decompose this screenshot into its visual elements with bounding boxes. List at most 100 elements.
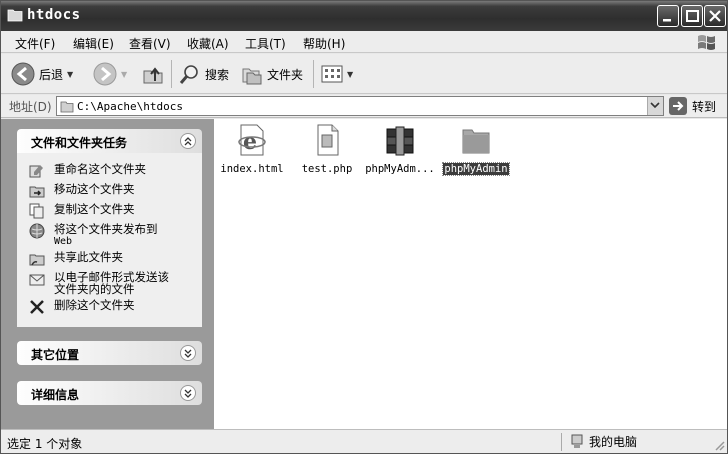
menu-view[interactable]: 查看(V) bbox=[129, 35, 171, 52]
address-dropdown-button[interactable] bbox=[647, 97, 663, 115]
task-label: 移动这个文件夹 bbox=[54, 182, 135, 196]
task-label: 将这个文件夹发布到 Web bbox=[54, 223, 158, 248]
address-label: 地址(D) bbox=[9, 100, 52, 114]
address-input[interactable]: C:\Apache\htdocs bbox=[56, 96, 664, 116]
file-item-phpmyadmin-archive[interactable]: phpMyAdm... bbox=[360, 123, 440, 175]
views-dropdown-icon[interactable]: ▼ bbox=[347, 70, 353, 79]
minimize-button[interactable] bbox=[657, 5, 679, 27]
my-computer-icon bbox=[571, 434, 583, 448]
search-button[interactable]: 搜索 bbox=[179, 62, 229, 86]
go-arrow-icon bbox=[669, 97, 687, 115]
windows-logo-icon bbox=[698, 35, 715, 50]
forward-button[interactable]: ▼ bbox=[93, 62, 127, 86]
task-rename[interactable]: 重命名这个文件夹 bbox=[29, 163, 146, 179]
ie-html-icon: e bbox=[238, 124, 266, 156]
status-location: 我的电脑 bbox=[569, 433, 637, 450]
back-label: 后退 bbox=[39, 67, 64, 82]
file-item-test-php[interactable]: test.php bbox=[287, 123, 367, 175]
task-label: 以电子邮件形式发送该 文件夹内的文件 bbox=[54, 271, 169, 295]
other-places-header[interactable]: 其它位置 bbox=[17, 341, 202, 365]
status-bar: 选定 1 个对象 我的电脑 bbox=[1, 429, 727, 453]
tasks-panel-body: 重命名这个文件夹 移动这个文件夹 复制这个文件夹 将这个文件夹发布到 Web 共享… bbox=[17, 153, 202, 327]
menu-file[interactable]: 文件(F) bbox=[15, 35, 55, 52]
task-copy[interactable]: 复制这个文件夹 bbox=[29, 203, 135, 219]
details-title: 详细信息 bbox=[31, 388, 80, 402]
back-arrow-icon bbox=[11, 62, 35, 86]
resize-grip-icon[interactable] bbox=[713, 439, 725, 451]
file-item-index-html[interactable]: e index.html bbox=[212, 123, 292, 175]
folders-icon bbox=[242, 68, 262, 85]
task-pane: 文件和文件夹任务 重命名这个文件夹 移动这个文件夹 复制这个文件夹 将这个文件夹… bbox=[1, 119, 214, 429]
forward-arrow-icon bbox=[93, 62, 117, 86]
menu-favorites[interactable]: 收藏(A) bbox=[187, 35, 229, 52]
up-button[interactable] bbox=[141, 62, 165, 86]
move-icon bbox=[29, 186, 45, 198]
toolbar-separator bbox=[313, 60, 314, 88]
copy-icon bbox=[29, 203, 44, 219]
go-button[interactable]: 转到 bbox=[669, 97, 716, 115]
folder-icon bbox=[7, 9, 23, 22]
chevron-up-icon bbox=[184, 137, 192, 146]
task-label: 共享此文件夹 bbox=[54, 250, 123, 264]
address-path: C:\Apache\htdocs bbox=[77, 100, 183, 113]
tasks-panel-header[interactable]: 文件和文件夹任务 bbox=[17, 129, 202, 153]
search-icon bbox=[179, 65, 198, 84]
file-name: phpMyAdm... bbox=[365, 163, 435, 175]
task-label: 重命名这个文件夹 bbox=[54, 162, 146, 176]
task-label-line2: Web bbox=[54, 236, 73, 247]
file-name: test.php bbox=[301, 163, 353, 175]
delete-icon bbox=[30, 300, 44, 314]
status-location-label: 我的电脑 bbox=[589, 435, 638, 449]
explorer-window: htdocs 文件(F) 编辑(E) 查看(V) 收藏(A) 工具(T) 帮助(… bbox=[0, 0, 728, 454]
folder-icon bbox=[60, 101, 74, 113]
toolbar: 后退 ▼ ▼ 搜索 文件夹 ▼ bbox=[1, 54, 727, 94]
back-button[interactable]: 后退 ▼ bbox=[11, 62, 73, 86]
go-label: 转到 bbox=[692, 99, 717, 114]
rename-icon bbox=[29, 165, 43, 178]
address-bar: 地址(D) C:\Apache\htdocs 转到 bbox=[1, 95, 727, 118]
task-label-line2: 文件夹内的文件 bbox=[54, 282, 135, 296]
expand-button[interactable] bbox=[180, 345, 196, 361]
task-delete[interactable]: 删除这个文件夹 bbox=[29, 299, 135, 315]
chevron-down-icon bbox=[184, 389, 192, 398]
expand-button[interactable] bbox=[180, 385, 196, 401]
task-email[interactable]: 以电子邮件形式发送该 文件夹内的文件 bbox=[29, 271, 169, 295]
svg-text:e: e bbox=[243, 129, 257, 155]
php-file-icon bbox=[317, 124, 339, 156]
menu-bar: 文件(F) 编辑(E) 查看(V) 收藏(A) 工具(T) 帮助(H) bbox=[1, 31, 727, 53]
chevron-down-icon bbox=[184, 349, 192, 358]
maximize-button[interactable] bbox=[681, 5, 703, 27]
collapse-button[interactable] bbox=[180, 133, 196, 149]
folders-button[interactable]: 文件夹 bbox=[241, 62, 303, 86]
toolbar-separator bbox=[171, 60, 172, 88]
details-header[interactable]: 详细信息 bbox=[17, 381, 202, 405]
title-bar[interactable]: htdocs bbox=[1, 1, 727, 31]
close-button[interactable] bbox=[704, 5, 726, 27]
task-label-line1: 将这个文件夹发布到 bbox=[54, 222, 158, 236]
window-title: htdocs bbox=[27, 7, 81, 23]
menu-help[interactable]: 帮助(H) bbox=[303, 35, 345, 52]
menu-tools[interactable]: 工具(T) bbox=[245, 35, 286, 52]
search-label: 搜索 bbox=[205, 67, 230, 82]
winrar-archive-icon bbox=[386, 126, 414, 156]
task-move[interactable]: 移动这个文件夹 bbox=[29, 183, 135, 199]
menu-edit[interactable]: 编辑(E) bbox=[73, 35, 114, 52]
file-name: phpMyAdmin bbox=[442, 162, 510, 176]
publish-web-icon bbox=[29, 223, 45, 239]
file-name: index.html bbox=[220, 163, 284, 175]
file-item-phpmyadmin-folder[interactable]: phpMyAdmin bbox=[436, 123, 516, 176]
views-grid-icon bbox=[321, 65, 343, 83]
back-dropdown-icon[interactable]: ▼ bbox=[67, 70, 73, 79]
task-publish-web[interactable]: 将这个文件夹发布到 Web bbox=[29, 223, 158, 248]
task-label: 复制这个文件夹 bbox=[54, 202, 135, 216]
chevron-down-icon bbox=[650, 102, 660, 109]
share-icon bbox=[29, 254, 45, 266]
views-button[interactable]: ▼ bbox=[321, 62, 353, 86]
status-selection-text: 选定 1 个对象 bbox=[7, 437, 83, 451]
task-share[interactable]: 共享此文件夹 bbox=[29, 251, 123, 267]
status-divider bbox=[561, 433, 562, 451]
forward-dropdown-icon[interactable]: ▼ bbox=[121, 70, 127, 79]
folders-label: 文件夹 bbox=[267, 67, 304, 82]
email-icon bbox=[29, 274, 45, 286]
file-list[interactable]: e index.html test.php phpMyAdm... phpMyA… bbox=[214, 119, 727, 429]
